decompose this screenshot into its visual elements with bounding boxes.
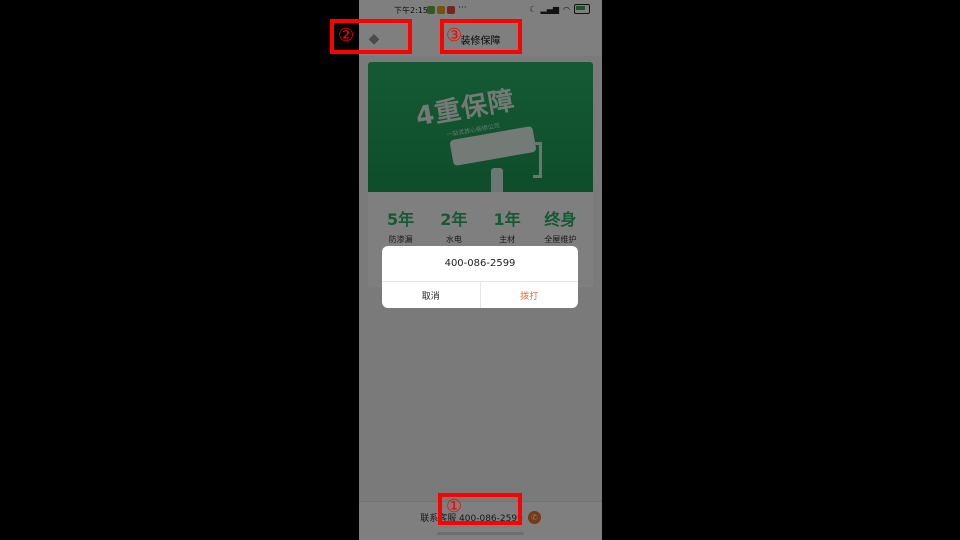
call-dialog: 400-086-2599 取消 拨打	[382, 246, 578, 308]
phone-screen: 下午2:15 ··· ☾ ▂▄▆ ◠ ◆ 装修保障 4重保障 一站式放心装修公司	[359, 0, 602, 540]
annotation-label-3: ③	[446, 25, 463, 46]
cancel-button[interactable]: 取消	[382, 282, 481, 308]
annotation-label-1: ①	[446, 496, 463, 517]
dialog-phone-number: 400-086-2599	[382, 246, 578, 282]
dialog-actions: 取消 拨打	[382, 282, 578, 308]
annotation-label-2: ②	[338, 25, 355, 46]
call-button[interactable]: 拨打	[481, 282, 579, 308]
